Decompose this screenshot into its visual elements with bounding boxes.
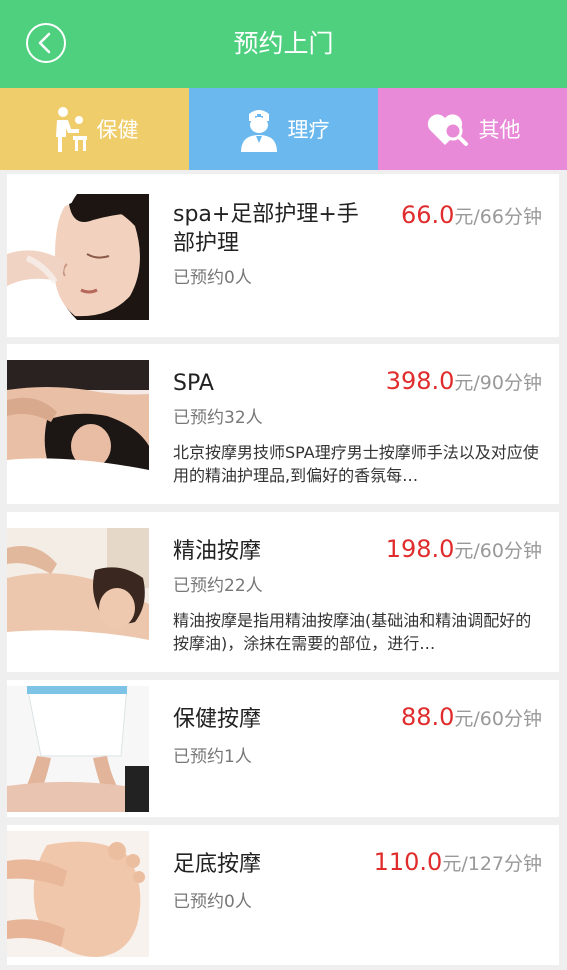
service-name: 足底按摩 [173,852,262,877]
booked-count: 已预约32人 [173,408,263,428]
price-unit: 元/66分钟 [454,206,542,228]
booked-count: 已预约0人 [173,268,252,288]
service-card[interactable]: 保健按摩 88.0元/60分钟 已预约1人 [7,680,559,817]
service-card[interactable]: 足底按摩 110.0元/127分钟 已预约0人 [7,825,559,965]
price-unit: 元/90分钟 [454,372,542,394]
service-price: 66.0元/66分钟 [401,202,542,230]
tab-label: 保健 [96,118,139,142]
booked-count: 已预约1人 [173,747,252,767]
service-price: 198.0元/60分钟 [386,536,542,564]
page-title: 预约上门 [233,29,334,58]
service-image [7,528,149,654]
service-price: 88.0元/60分钟 [401,704,542,732]
price-amount: 398.0 [385,367,455,395]
booked-count: 已预约0人 [173,892,252,912]
price-unit: 元/127分钟 [442,853,542,875]
service-card[interactable]: 精油按摩 198.0元/60分钟 已预约22人 精油按摩是指用精油按摩油(基础油… [7,512,559,672]
service-price: 110.0元/127分钟 [374,849,542,877]
service-image [7,831,149,957]
service-name: SPA [173,371,214,396]
service-name: 保健按摩 [173,707,262,732]
service-name: 精油按摩 [173,539,262,564]
price-amount: 66.0 [400,201,455,229]
price-unit: 元/60分钟 [454,708,542,730]
service-description: 北京按摩男技师SPA理疗男士按摩师手法以及对应使用的精油护理品,到偏好的香氛每… [173,443,539,485]
tab-label: 理疗 [287,118,330,142]
booked-count: 已预约22人 [173,576,263,596]
header-bar: 预约上门 [0,0,567,88]
service-card[interactable]: SPA 398.0元/90分钟 已预约32人 北京按摩男技师SPA理疗男士按摩师… [7,344,559,504]
service-card[interactable]: spa+足部护理+手部护理 66.0元/66分钟 已预约0人 [7,174,559,337]
tab-therapy[interactable]: 理疗 [189,88,378,170]
tab-label: 其他 [478,118,521,142]
tab-health-care[interactable]: 保健 [0,88,189,170]
masseur-icon [51,106,89,152]
service-description: 精油按摩是指用精油按摩油(基础油和精油调配好的按摩油)，涂抹在需要的部位，进行… [173,611,532,653]
category-tabs: 保健 理疗 其他 [0,88,567,170]
tab-other[interactable]: 其他 [378,88,567,170]
service-name: spa+足部护理+手部护理 [173,202,359,256]
price-amount: 110.0 [373,848,443,876]
price-amount: 198.0 [385,535,455,563]
service-image [7,194,149,320]
service-image [7,686,149,812]
heart-search-icon [425,109,471,149]
price-unit: 元/60分钟 [454,540,542,562]
service-image [7,360,149,486]
service-price: 398.0元/90分钟 [386,368,542,396]
price-amount: 88.0 [400,703,455,731]
nurse-icon [238,106,280,152]
